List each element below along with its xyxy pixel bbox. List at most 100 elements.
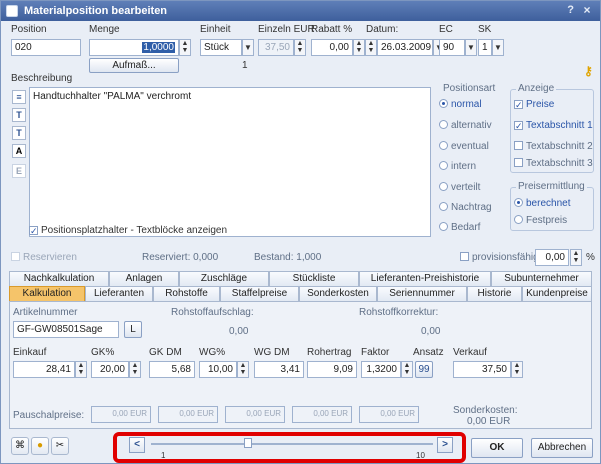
glasses-icon[interactable]: ⌘ xyxy=(11,437,29,455)
rohstoffaufschlag-value: 0,00 xyxy=(229,326,249,337)
col-verkauf: Verkauf xyxy=(453,347,487,358)
einkauf-stepper[interactable]: ▲ ▼ xyxy=(75,361,87,378)
verkauf-stepper[interactable]: ▲ ▼ xyxy=(511,361,523,378)
format-list-icon[interactable]: ≡ xyxy=(12,90,26,104)
provision-field[interactable]: 0,00 xyxy=(535,249,569,266)
dialog-window: Materialposition bearbeiten ? × Position… xyxy=(0,0,601,464)
menge-label: Menge xyxy=(89,24,120,35)
prev-button[interactable]: < xyxy=(129,437,145,453)
gk-dm-field[interactable]: 5,68 xyxy=(149,361,195,378)
wg-pct-stepper[interactable]: ▲ ▼ xyxy=(237,361,249,378)
pauschalpreis-1: 0,00 EUR xyxy=(91,406,151,423)
text-edit-icon[interactable]: T xyxy=(12,126,26,140)
tab-lieferanten-preishistorie[interactable]: Lieferanten-Preishistorie xyxy=(359,271,491,286)
key-icon[interactable]: ⚷ xyxy=(584,64,593,78)
tab-subunternehmer[interactable]: Subunternehmer xyxy=(491,271,592,286)
bestand-value: Bestand: 1,000 xyxy=(254,252,322,263)
artikelnummer-field[interactable]: GF-GW08501Sage xyxy=(13,321,119,338)
tab-stueckliste[interactable]: Stückliste xyxy=(269,271,359,286)
menge-stepper[interactable]: ▲ ▼ xyxy=(179,39,191,56)
ec-field[interactable]: 90 xyxy=(439,39,465,56)
ok-button[interactable]: OK xyxy=(471,438,523,458)
tab-historie[interactable]: Historie xyxy=(467,286,522,301)
option-eventual[interactable]: eventual xyxy=(439,141,489,152)
check-textabschnitt-2[interactable]: Textabschnitt 2 xyxy=(514,141,593,152)
tab-sonderkosten[interactable]: Sonderkosten xyxy=(299,286,377,301)
abbrechen-button[interactable]: Abbrechen xyxy=(531,438,593,458)
tab-kundenpreise[interactable]: Kundenpreise xyxy=(522,286,592,301)
position-field[interactable]: 020 xyxy=(11,39,81,56)
gk-pct-field[interactable]: 20,00 xyxy=(91,361,129,378)
option-intern[interactable]: intern xyxy=(439,161,476,172)
window-title: Materialposition bearbeiten xyxy=(24,5,168,17)
wg-dm-field[interactable]: 3,41 xyxy=(254,361,304,378)
font-button[interactable]: A xyxy=(12,144,26,158)
l-button[interactable]: L xyxy=(124,321,142,338)
e-button: E xyxy=(12,164,26,178)
coin-icon[interactable]: ● xyxy=(31,437,49,455)
col-faktor: Faktor xyxy=(361,347,390,358)
provision-stepper[interactable]: ▲ ▼ xyxy=(570,249,582,266)
tab-staffelpreise[interactable]: Staffelpreise xyxy=(220,286,299,301)
rabatt-stepper[interactable]: ▲ ▼ xyxy=(353,39,365,56)
menge-field[interactable]: 1,0000 xyxy=(89,39,179,56)
option-normal[interactable]: normal xyxy=(439,99,482,110)
check-textabschnitt-3[interactable]: Textabschnitt 3 xyxy=(514,158,593,169)
option-alternativ[interactable]: alternativ xyxy=(439,120,492,131)
einzeln-label: Einzeln EUR xyxy=(258,24,315,35)
col-gk-pct: GK% xyxy=(91,347,115,358)
text-insert-icon[interactable]: T xyxy=(12,108,26,122)
platzhalter-label: Positionsplatzhalter - Textblöcke anzeig… xyxy=(41,225,228,236)
sonderkosten-label: Sonderkosten: xyxy=(453,405,518,416)
tab-seriennummer[interactable]: Seriennummer xyxy=(377,286,467,301)
col-wg-pct: WG% xyxy=(199,347,226,358)
beschreibung-textarea[interactable]: Handtuchhalter "PALMA" verchromt xyxy=(29,87,431,237)
ansatz-button[interactable]: 99 xyxy=(415,361,433,378)
option-verteilt[interactable]: verteilt xyxy=(439,182,480,193)
next-button[interactable]: > xyxy=(437,437,453,453)
verkauf-field[interactable]: 37,50 xyxy=(453,361,511,378)
tab-kalkulation[interactable]: Kalkulation xyxy=(9,286,85,301)
platzhalter-checkbox[interactable]: ✓ Positionsplatzhalter - Textblöcke anzei… xyxy=(29,225,227,236)
einheit-field[interactable]: Stück xyxy=(200,39,242,56)
slider-thumb[interactable] xyxy=(244,438,252,448)
einkauf-field[interactable]: 28,41 xyxy=(13,361,75,378)
tab-lieferanten[interactable]: Lieferanten xyxy=(85,286,153,301)
rohertrag-field[interactable]: 9,09 xyxy=(307,361,357,378)
platzhalter-check-icon: ✓ xyxy=(29,226,38,236)
option-berechnet[interactable]: berechnet xyxy=(514,198,570,209)
help-button[interactable]: ? xyxy=(567,4,574,16)
position-label: Position xyxy=(11,24,47,35)
wg-pct-field[interactable]: 10,00 xyxy=(199,361,237,378)
sk-field[interactable]: 1 xyxy=(478,39,492,56)
option-bedarf[interactable]: Bedarf xyxy=(439,222,480,233)
rabatt-field[interactable]: 0,00 xyxy=(311,39,353,56)
tab-nachkalkulation[interactable]: Nachkalkulation xyxy=(9,271,109,286)
close-button[interactable]: × xyxy=(580,4,594,17)
provisionsfaehig-checkbox[interactable]: provisionsfähig xyxy=(460,252,539,263)
beschreibung-label: Beschreibung xyxy=(11,73,73,84)
datum-label: Datum: xyxy=(366,24,399,35)
aufmass-button[interactable]: Aufmaß... xyxy=(89,58,179,73)
ec-dropdown-icon[interactable]: ▼ xyxy=(465,39,477,56)
sonderkosten-value: 0,00 EUR xyxy=(467,416,511,427)
tab-zuschlaege[interactable]: Zuschläge xyxy=(179,271,269,286)
gk-pct-stepper[interactable]: ▲ ▼ xyxy=(129,361,141,378)
tab-anlagen[interactable]: Anlagen xyxy=(109,271,179,286)
faktor-field[interactable]: 1,3200 xyxy=(361,361,401,378)
slider-min: 1 xyxy=(161,451,166,460)
slider-track[interactable] xyxy=(151,443,433,445)
datum-stepper[interactable]: ▲ ▼ xyxy=(365,39,377,56)
tools-icon[interactable]: ✂ xyxy=(51,437,69,455)
faktor-stepper[interactable]: ▲ ▼ xyxy=(401,361,413,378)
reservieren-checkbox: Reservieren xyxy=(11,252,77,263)
einheit-dropdown-icon[interactable]: ▼ xyxy=(242,39,254,56)
sk-dropdown-icon[interactable]: ▼ xyxy=(492,39,504,56)
option-festpreis[interactable]: Festpreis xyxy=(514,215,567,226)
check-preise[interactable]: ✓ Preise xyxy=(514,99,554,110)
datum-field[interactable]: 26.03.2009 xyxy=(377,39,433,56)
check-textabschnitt-1[interactable]: ✓ Textabschnitt 1 xyxy=(514,120,593,131)
tab-rohstoffe[interactable]: Rohstoffe xyxy=(153,286,220,301)
app-icon xyxy=(6,5,18,17)
option-nachtrag[interactable]: Nachtrag xyxy=(439,202,492,213)
